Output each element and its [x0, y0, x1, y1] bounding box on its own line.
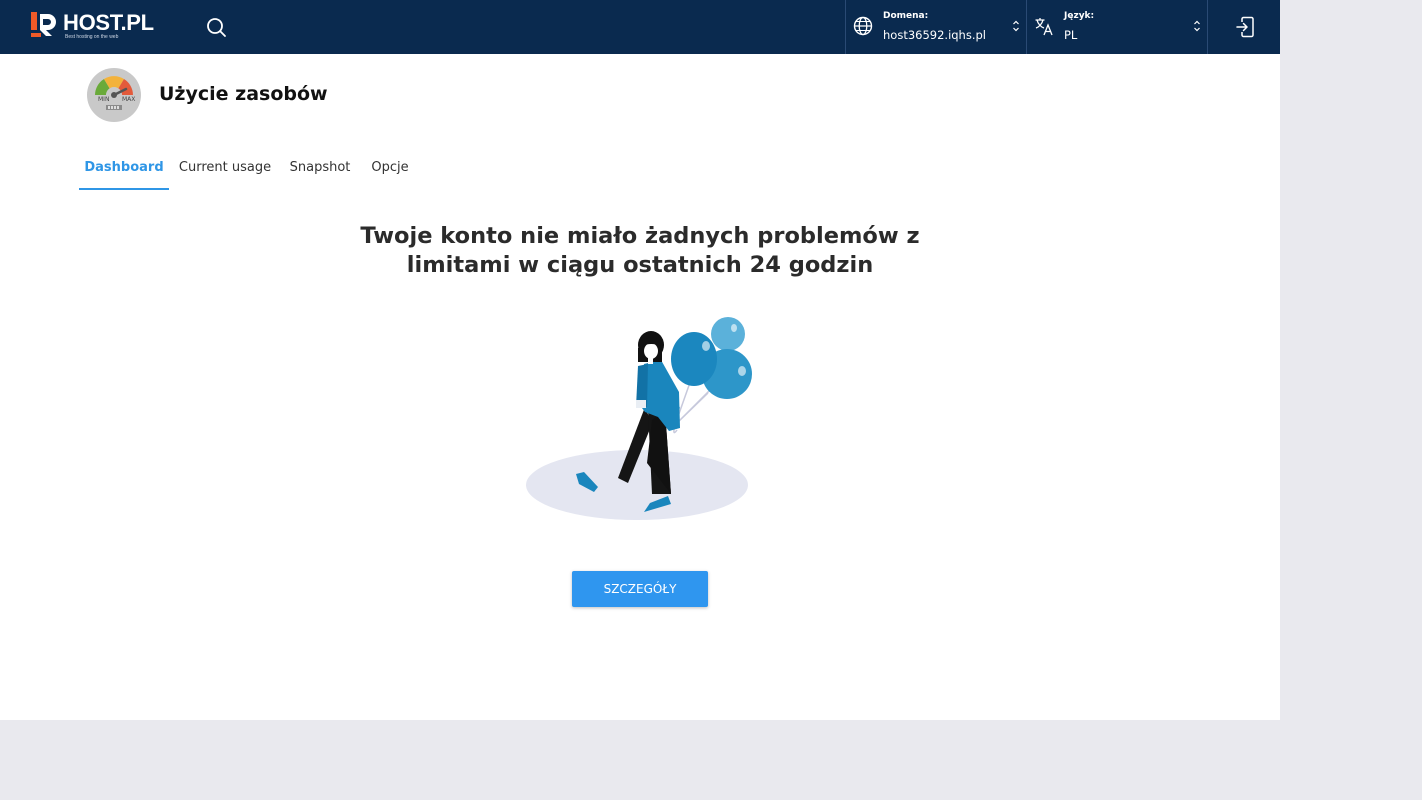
logo-mark-icon: [31, 12, 56, 37]
tab-current-usage[interactable]: Current usage: [177, 150, 273, 190]
tab-snapshot[interactable]: Snapshot: [286, 150, 354, 190]
sort-caret-icon: [1194, 20, 1200, 32]
globe-icon: [853, 16, 873, 36]
status-headline: Twoje konto nie miało żadnych problemów …: [360, 223, 920, 278]
language-label: Język:: [1064, 11, 1095, 21]
details-button[interactable]: SZCZEGÓŁY: [572, 571, 708, 607]
domain-value: host36592.iqhs.pl: [883, 28, 986, 42]
search-button[interactable]: [202, 13, 230, 41]
language-value: PL: [1064, 28, 1078, 42]
app-window: HOST.PL Best hosting on the web Domena: …: [0, 0, 1280, 720]
tab-opcje[interactable]: Opcje: [368, 150, 412, 190]
translate-icon: [1035, 18, 1053, 36]
svg-text:MIN: MIN: [98, 96, 109, 103]
language-selector[interactable]: Język: PL: [1026, 0, 1207, 54]
logout-button[interactable]: [1207, 0, 1280, 54]
woman-with-balloons-illustration: [520, 312, 760, 526]
logout-icon: [1236, 16, 1254, 38]
page-title: Użycie zasobów: [159, 83, 328, 105]
search-icon: [207, 18, 226, 37]
logo-tagline: Best hosting on the web: [65, 34, 119, 40]
sort-caret-icon: [1013, 20, 1019, 32]
logo-text: HOST.PL: [63, 10, 154, 35]
tab-dashboard[interactable]: Dashboard: [79, 150, 169, 190]
host-pl-logo[interactable]: HOST.PL Best hosting on the web: [30, 10, 160, 44]
top-navigation-bar: HOST.PL Best hosting on the web Domena: …: [0, 0, 1280, 54]
svg-text:MAX: MAX: [122, 96, 135, 103]
gauge-icon: MIN MAX: [87, 68, 141, 122]
domain-label: Domena:: [883, 11, 929, 21]
domain-selector[interactable]: Domena: host36592.iqhs.pl: [845, 0, 1026, 54]
